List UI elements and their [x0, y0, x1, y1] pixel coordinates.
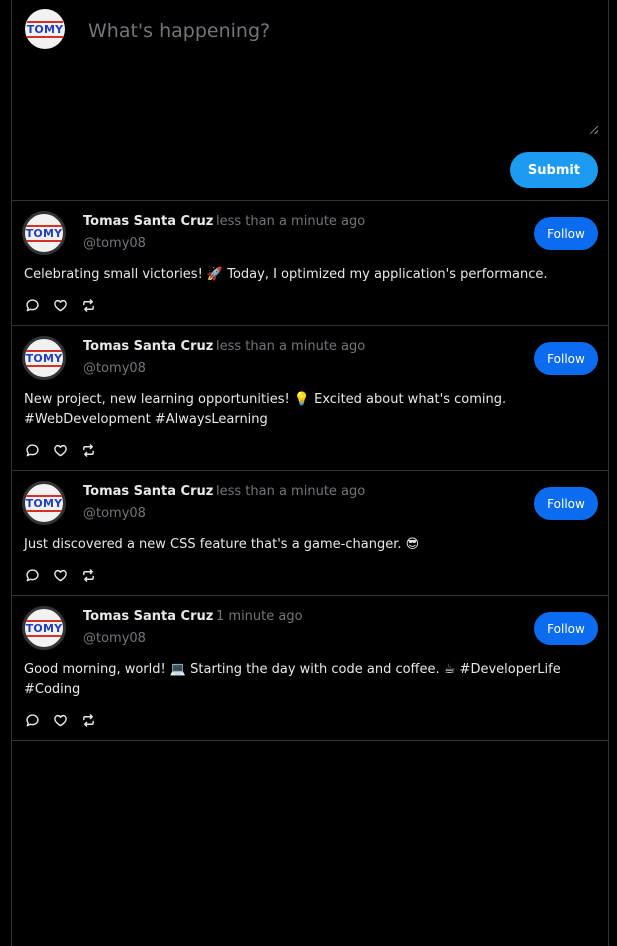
avatar-logo: TOMY	[26, 20, 64, 38]
author-handle[interactable]: @tomy08	[83, 361, 146, 376]
heart-icon[interactable]	[52, 297, 68, 313]
post: TOMY Tomas Santa Cruz less than a minute…	[12, 326, 608, 471]
avatar-logo: TOMY	[25, 224, 63, 242]
avatar-logo: TOMY	[25, 494, 63, 512]
post: TOMY Tomas Santa Cruz less than a minute…	[12, 471, 608, 596]
heart-icon[interactable]	[52, 442, 68, 458]
follow-button[interactable]: Follow	[534, 487, 598, 520]
post-timestamp: 1 minute ago	[216, 609, 303, 624]
feed-column: TOMY Submit TOMY Tomas Santa Cruz less t…	[11, 0, 609, 946]
heart-icon[interactable]	[52, 567, 68, 583]
post: TOMY Tomas Santa Cruz 1 minute ago @tomy…	[12, 596, 608, 741]
follow-button[interactable]: Follow	[534, 217, 598, 250]
comment-icon[interactable]	[24, 297, 40, 313]
repost-icon[interactable]	[80, 442, 96, 458]
post-timestamp: less than a minute ago	[216, 339, 366, 354]
avatar[interactable]: TOMY	[22, 211, 66, 255]
author-name[interactable]: Tomas Santa Cruz	[83, 484, 213, 499]
avatar[interactable]: TOMY	[22, 336, 66, 380]
author-name[interactable]: Tomas Santa Cruz	[83, 214, 213, 229]
author-handle[interactable]: @tomy08	[83, 236, 146, 251]
follow-button[interactable]: Follow	[534, 342, 598, 375]
post: TOMY Tomas Santa Cruz less than a minute…	[12, 201, 608, 326]
post-actions	[24, 567, 96, 583]
comment-icon[interactable]	[24, 442, 40, 458]
submit-button[interactable]: Submit	[510, 152, 598, 188]
post-text: Good morning, world! 💻 Starting the day …	[24, 662, 561, 697]
comment-icon[interactable]	[24, 712, 40, 728]
post-text: Just discovered a new CSS feature that's…	[24, 537, 420, 552]
post-timestamp: less than a minute ago	[216, 484, 366, 499]
tweet-input[interactable]	[78, 10, 598, 136]
post-actions	[24, 442, 96, 458]
author-name[interactable]: Tomas Santa Cruz	[83, 609, 213, 624]
post-text: Celebrating small victories! 🚀 Today, I …	[24, 267, 548, 282]
avatar-logo: TOMY	[25, 619, 63, 637]
tweet-composer: TOMY Submit	[12, 0, 608, 201]
follow-button[interactable]: Follow	[534, 612, 598, 645]
repost-icon[interactable]	[80, 297, 96, 313]
repost-icon[interactable]	[80, 712, 96, 728]
avatar: TOMY	[25, 9, 65, 49]
avatar-logo: TOMY	[25, 349, 63, 367]
repost-icon[interactable]	[80, 567, 96, 583]
post-text: New project, new learning opportunities!…	[24, 392, 507, 427]
post-timestamp: less than a minute ago	[216, 214, 366, 229]
heart-icon[interactable]	[52, 712, 68, 728]
author-handle[interactable]: @tomy08	[83, 506, 146, 521]
post-actions	[24, 712, 96, 728]
post-actions	[24, 297, 96, 313]
author-name[interactable]: Tomas Santa Cruz	[83, 339, 213, 354]
author-handle[interactable]: @tomy08	[83, 631, 146, 646]
comment-icon[interactable]	[24, 567, 40, 583]
avatar[interactable]: TOMY	[22, 481, 66, 525]
resize-handle[interactable]	[590, 126, 598, 134]
avatar[interactable]: TOMY	[22, 606, 66, 650]
